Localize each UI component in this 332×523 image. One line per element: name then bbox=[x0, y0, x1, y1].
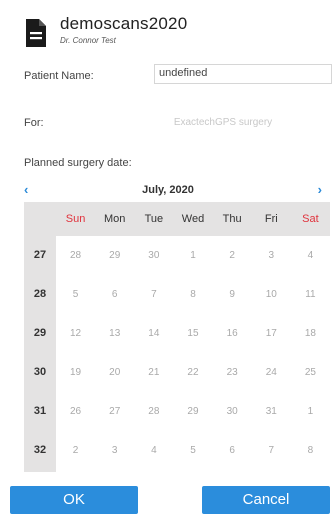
day-cell[interactable]: 10 bbox=[252, 275, 291, 314]
day-cell[interactable]: 2 bbox=[213, 236, 252, 275]
procedure-value: ExactechGPS surgery bbox=[173, 117, 273, 128]
dialog-header: demoscans2020 Dr. Connor Test bbox=[18, 12, 318, 60]
weekday-tue: Tue bbox=[144, 213, 164, 225]
patient-name-input[interactable]: undefined bbox=[154, 64, 332, 84]
document-icon bbox=[26, 19, 46, 47]
day-cell[interactable]: 1 bbox=[173, 236, 212, 275]
app-title: demoscans2020 bbox=[60, 14, 188, 33]
cancel-button[interactable]: Cancel bbox=[202, 486, 330, 514]
month-title: July, 2020 bbox=[142, 184, 194, 196]
week-row: 28 5 6 7 8 9 10 11 bbox=[24, 275, 330, 314]
week-number: 31 bbox=[33, 405, 47, 417]
day-cell[interactable]: 26 bbox=[56, 392, 95, 431]
day-cell[interactable]: 9 bbox=[213, 275, 252, 314]
calendar-grid: Sun Mon Tue Wed Thu Fri Sat 27 28 29 30 … bbox=[24, 202, 330, 472]
day-cell[interactable]: 22 bbox=[173, 353, 212, 392]
week-row: 27 28 29 30 1 2 3 4 bbox=[24, 236, 330, 275]
day-cell[interactable]: 28 bbox=[56, 236, 95, 275]
day-cell[interactable]: 4 bbox=[134, 431, 173, 470]
day-cell[interactable]: 11 bbox=[291, 275, 330, 314]
day-cell[interactable]: 29 bbox=[173, 392, 212, 431]
doctor-name: Dr. Connor Test bbox=[60, 36, 116, 45]
day-cell[interactable]: 14 bbox=[134, 314, 173, 353]
day-cell[interactable]: 6 bbox=[95, 275, 134, 314]
surgery-date-label: Planned surgery date: bbox=[24, 157, 132, 169]
week-number: 32 bbox=[33, 444, 47, 456]
day-cell[interactable]: 18 bbox=[291, 314, 330, 353]
weekday-mon: Mon bbox=[104, 213, 126, 225]
weekday-header: Sun Mon Tue Wed Thu Fri Sat bbox=[56, 202, 330, 236]
day-cell[interactable]: 27 bbox=[95, 392, 134, 431]
day-cell[interactable]: 12 bbox=[56, 314, 95, 353]
weekday-thu: Thu bbox=[222, 213, 242, 225]
day-cell[interactable]: 5 bbox=[56, 275, 95, 314]
day-cell[interactable]: 8 bbox=[291, 431, 330, 470]
patient-name-label: Patient Name: bbox=[24, 70, 94, 82]
day-cell[interactable]: 2 bbox=[56, 431, 95, 470]
day-cell[interactable]: 4 bbox=[291, 236, 330, 275]
week-number: 28 bbox=[33, 288, 47, 300]
day-cell[interactable]: 20 bbox=[95, 353, 134, 392]
day-cell[interactable]: 8 bbox=[173, 275, 212, 314]
day-cell[interactable]: 3 bbox=[252, 236, 291, 275]
day-cell[interactable]: 29 bbox=[95, 236, 134, 275]
day-cell[interactable]: 3 bbox=[95, 431, 134, 470]
day-cell[interactable]: 7 bbox=[134, 275, 173, 314]
week-number: 30 bbox=[33, 366, 47, 378]
day-cell[interactable]: 6 bbox=[213, 431, 252, 470]
week-row: 32 2 3 4 5 6 7 8 bbox=[24, 431, 330, 470]
day-cell[interactable]: 7 bbox=[252, 431, 291, 470]
day-cell[interactable]: 30 bbox=[213, 392, 252, 431]
day-cell[interactable]: 24 bbox=[252, 353, 291, 392]
day-cell[interactable]: 16 bbox=[213, 314, 252, 353]
week-number: 27 bbox=[33, 249, 47, 261]
day-cell[interactable]: 1 bbox=[291, 392, 330, 431]
weekday-fri: Fri bbox=[264, 213, 278, 225]
week-row: 31 26 27 28 29 30 31 1 bbox=[24, 392, 330, 431]
day-cell[interactable]: 15 bbox=[173, 314, 212, 353]
week-row: 30 19 20 21 22 23 24 25 bbox=[24, 353, 330, 392]
day-cell[interactable]: 19 bbox=[56, 353, 95, 392]
weekday-sun: Sun bbox=[65, 213, 86, 225]
calendar-nav: ‹ July, 2020 › bbox=[18, 180, 332, 200]
day-cell[interactable]: 21 bbox=[134, 353, 173, 392]
day-cell[interactable]: 13 bbox=[95, 314, 134, 353]
day-cell[interactable]: 5 bbox=[173, 431, 212, 470]
weekday-wed: Wed bbox=[181, 213, 205, 225]
day-cell[interactable]: 30 bbox=[134, 236, 173, 275]
surgery-date-dialog: demoscans2020 Dr. Connor Test Patient Na… bbox=[18, 6, 332, 516]
ok-button[interactable]: OK bbox=[10, 486, 138, 514]
day-cell[interactable]: 28 bbox=[134, 392, 173, 431]
day-cell[interactable]: 31 bbox=[252, 392, 291, 431]
week-number: 29 bbox=[33, 327, 47, 339]
day-cell[interactable]: 25 bbox=[291, 353, 330, 392]
week-row: 29 12 13 14 15 16 17 18 bbox=[24, 314, 330, 353]
weekday-sat: Sat bbox=[302, 213, 319, 225]
day-cell[interactable]: 17 bbox=[252, 314, 291, 353]
day-cell[interactable]: 23 bbox=[213, 353, 252, 392]
for-label: For: bbox=[24, 117, 44, 129]
next-month-button[interactable]: › bbox=[318, 182, 322, 197]
